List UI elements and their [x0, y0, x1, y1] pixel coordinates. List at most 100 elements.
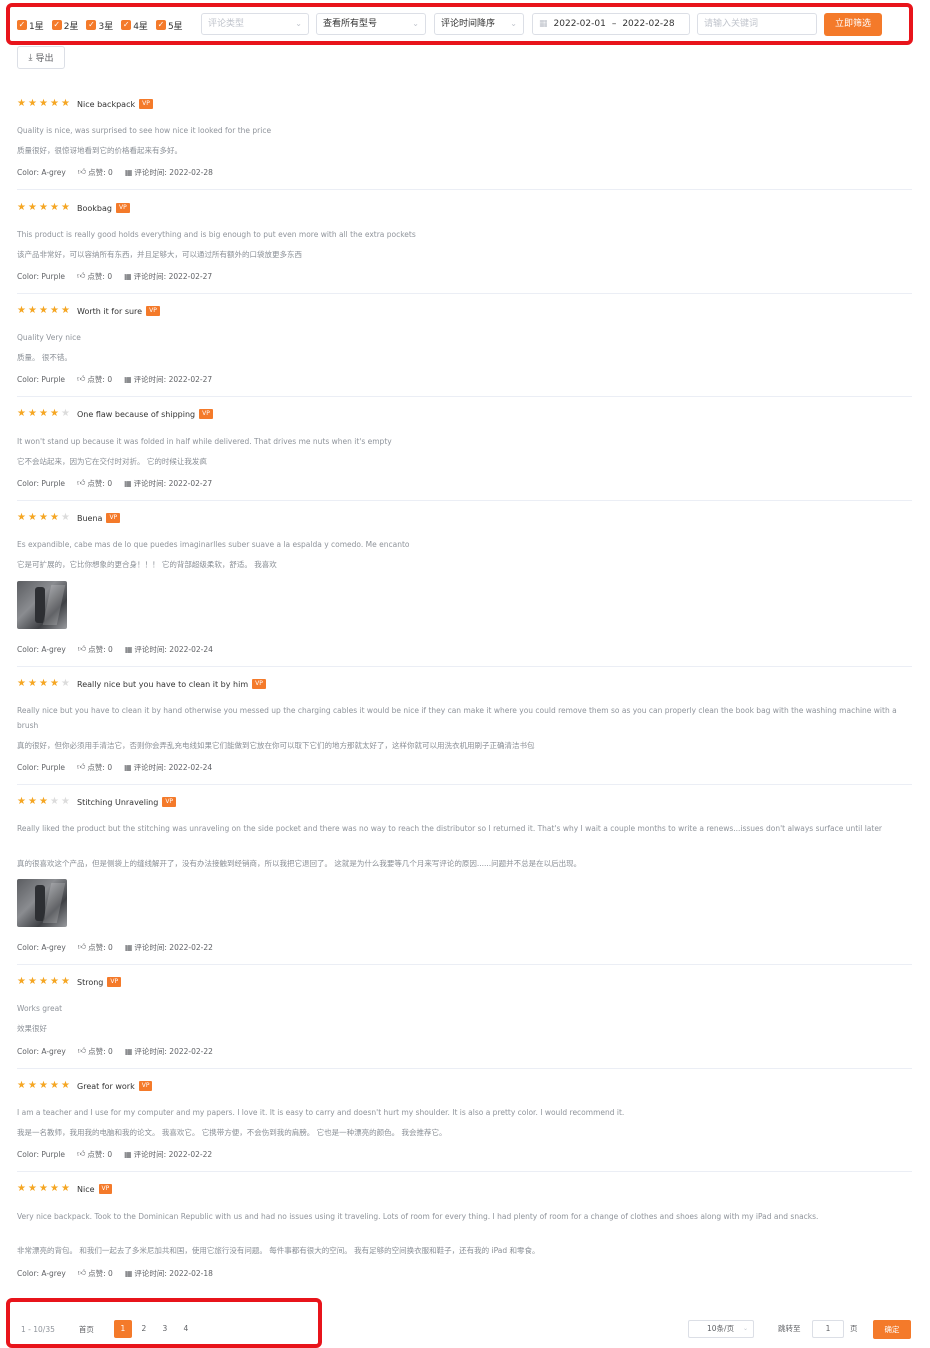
star-icon: ★ [50, 796, 59, 807]
review-text-cn: 真的很好，但你必须用手清洁它，否则你会弄乱充电线如果它们能做到它放在你可以取下它… [17, 741, 535, 750]
check-icon: ✓ [51, 20, 62, 30]
review-time: ▦ 评论时间: 2022-02-22 [125, 1046, 213, 1057]
review-header: ★ ★ ★ ★ ★ Nice VP [17, 1183, 113, 1195]
star-checkbox-label: 4星 [133, 21, 148, 32]
vp-badge: VP [252, 679, 266, 689]
review-color: Color: Purple [17, 1149, 66, 1159]
apply-filter-button[interactable]: 立即筛选 [824, 13, 882, 36]
star-rating: ★ ★ ★ ★ ★ [17, 679, 72, 689]
page-size-select[interactable]: 10条/页 ⌄ [688, 1320, 754, 1338]
export-button[interactable]: ⤓ 导出 [17, 46, 65, 69]
like-button[interactable]: 👍︎ 点赞: 0 [78, 1046, 113, 1057]
calendar-icon: ▦ [124, 271, 132, 281]
like-count: 点赞: 0 [87, 1149, 113, 1159]
star-checkbox-5[interactable]: ✓ 5星 [155, 19, 183, 32]
like-button[interactable]: 👍︎ 点赞: 0 [77, 1149, 112, 1160]
star-icon: ★ [50, 98, 59, 109]
review-title: Great for work [77, 1081, 135, 1091]
thumbs-up-icon: 👍︎ [77, 1268, 87, 1277]
review-text-en: Really nice but you have to clean it by … [17, 706, 897, 730]
divider [17, 1171, 912, 1172]
page-number[interactable]: 4 [177, 1320, 195, 1338]
like-button[interactable]: 👍︎ 点赞: 0 [78, 644, 113, 655]
star-rating: ★ ★ ★ ★ ★ [17, 306, 72, 316]
star-icon: ★ [28, 678, 37, 689]
star-icon: ★ [61, 408, 70, 419]
thumbs-up-icon: 👍︎ [77, 167, 87, 176]
star-checkbox-2[interactable]: ✓ 2星 [51, 19, 79, 32]
star-rating: ★ ★ ★ ★ ★ [17, 977, 72, 987]
first-page-link[interactable]: 首页 [79, 1324, 94, 1335]
star-checkbox-label: 2星 [63, 21, 79, 32]
page-number[interactable]: 3 [156, 1320, 174, 1338]
star-filter-group: ✓ 1星 ✓ 2星 ✓ 3星 ✓ 4星 ✓ 5星 [17, 13, 191, 37]
review-color: Color: A-grey [17, 167, 66, 177]
star-rating: ★ ★ ★ ★ ★ [17, 797, 72, 807]
comment-type-select[interactable]: 评论类型 ⌄ [201, 13, 309, 35]
star-icon: ★ [39, 796, 48, 807]
review-header: ★ ★ ★ ★ ★ Really nice but you have to clean … [17, 678, 266, 690]
review-text-cn: 我是一名教师，我用我的电脑和我的论文。 我喜欢它。 它携带方便，不会伤到我的肩膀… [17, 1128, 447, 1137]
divider [17, 396, 912, 397]
check-icon: ✓ [17, 20, 27, 30]
star-icon: ★ [50, 512, 59, 523]
keyword-placeholder: 请输入关键词 [704, 19, 759, 29]
date-range-picker[interactable]: ▦ 2022-02-01 – 2022-02-28 [532, 13, 690, 35]
thumbs-up-icon: 👍︎ [77, 478, 86, 487]
review-time: ▦ 评论时间: 2022-02-22 [124, 1149, 212, 1160]
star-icon: ★ [50, 1080, 59, 1091]
calendar-icon: ▦ [124, 942, 133, 952]
date-separator: – [611, 19, 617, 29]
like-button[interactable]: 👍︎ 点赞: 0 [77, 374, 112, 385]
pagination: 1 - 10/35 首页 1 2 3 4 [21, 1320, 198, 1338]
review-meta: Color: A-grey 👍︎ 点赞: 0 ▦ 评论时间: 2022-02-18 [17, 1268, 213, 1278]
review-image[interactable] [17, 879, 67, 927]
vp-badge: VP [199, 409, 213, 419]
star-icon: ★ [39, 678, 48, 689]
star-checkbox-4[interactable]: ✓ 4星 [121, 19, 148, 32]
sort-select[interactable]: 评论时间降序 ⌄ [434, 13, 524, 35]
star-icon: ★ [39, 976, 48, 987]
star-checkbox-label: 3星 [98, 21, 114, 32]
star-icon: ★ [39, 305, 48, 316]
page-number[interactable]: 1 [113, 1320, 132, 1338]
chevron-down-icon: ⌄ [412, 19, 419, 28]
star-icon: ★ [28, 512, 37, 523]
like-button[interactable]: 👍︎ 点赞: 0 [77, 762, 112, 773]
review-time: ▦ 评论时间: 2022-02-24 [124, 762, 212, 773]
star-icon: ★ [17, 202, 26, 213]
review-color: Color: Purple [17, 374, 66, 384]
like-button[interactable]: 👍︎ 点赞: 0 [78, 167, 113, 178]
calendar-icon: ▦ [124, 1046, 133, 1056]
keyword-input[interactable]: 请输入关键词 [697, 13, 817, 35]
like-button[interactable]: 👍︎ 点赞: 0 [78, 1268, 113, 1279]
review-header: ★ ★ ★ ★ ★ Nice backpack VP [17, 98, 153, 110]
review-title: Nice [77, 1184, 95, 1194]
model-select[interactable]: 查看所有型号 ⌄ [316, 13, 426, 35]
star-checkbox-1[interactable]: ✓ 1星 [17, 19, 44, 32]
star-icon: ★ [50, 202, 59, 213]
review-title: Worth it for sure [77, 306, 143, 316]
chevron-down-icon: ⌄ [295, 19, 302, 28]
review-text-cn: 质量很好，很惊讶地看到它的价格看起来有多好。 [17, 146, 182, 155]
like-button[interactable]: 👍︎ 点赞: 0 [77, 271, 112, 282]
jump-page-input[interactable]: 1 [812, 1320, 844, 1338]
export-button-label: 导出 [35, 54, 54, 64]
confirm-jump-button[interactable]: 确定 [873, 1320, 911, 1339]
review-time: ▦ 评论时间: 2022-02-22 [125, 942, 213, 953]
comment-type-placeholder: 评论类型 [208, 19, 245, 29]
page-size-value: 10条/页 [707, 1324, 735, 1333]
star-icon: ★ [28, 98, 37, 109]
star-checkbox-3[interactable]: ✓ 3星 [86, 19, 113, 32]
review-image[interactable] [17, 581, 67, 629]
vp-badge: VP [139, 99, 153, 109]
like-button[interactable]: 👍︎ 点赞: 0 [77, 478, 112, 489]
page-number[interactable]: 2 [135, 1320, 153, 1338]
review-title: One flaw because of shipping [77, 409, 196, 419]
like-button[interactable]: 👍︎ 点赞: 0 [78, 942, 113, 953]
review-text-cn: 它不会站起来，因为它在交付时对折。 它的时候让我发疯 [17, 457, 207, 466]
review-title: Strong [77, 977, 104, 987]
review-meta: Color: Purple 👍︎ 点赞: 0 ▦ 评论时间: 2022-02-27 [17, 271, 212, 281]
review-color: Color: Purple [17, 762, 66, 772]
thumbs-up-icon: 👍︎ [77, 942, 87, 951]
